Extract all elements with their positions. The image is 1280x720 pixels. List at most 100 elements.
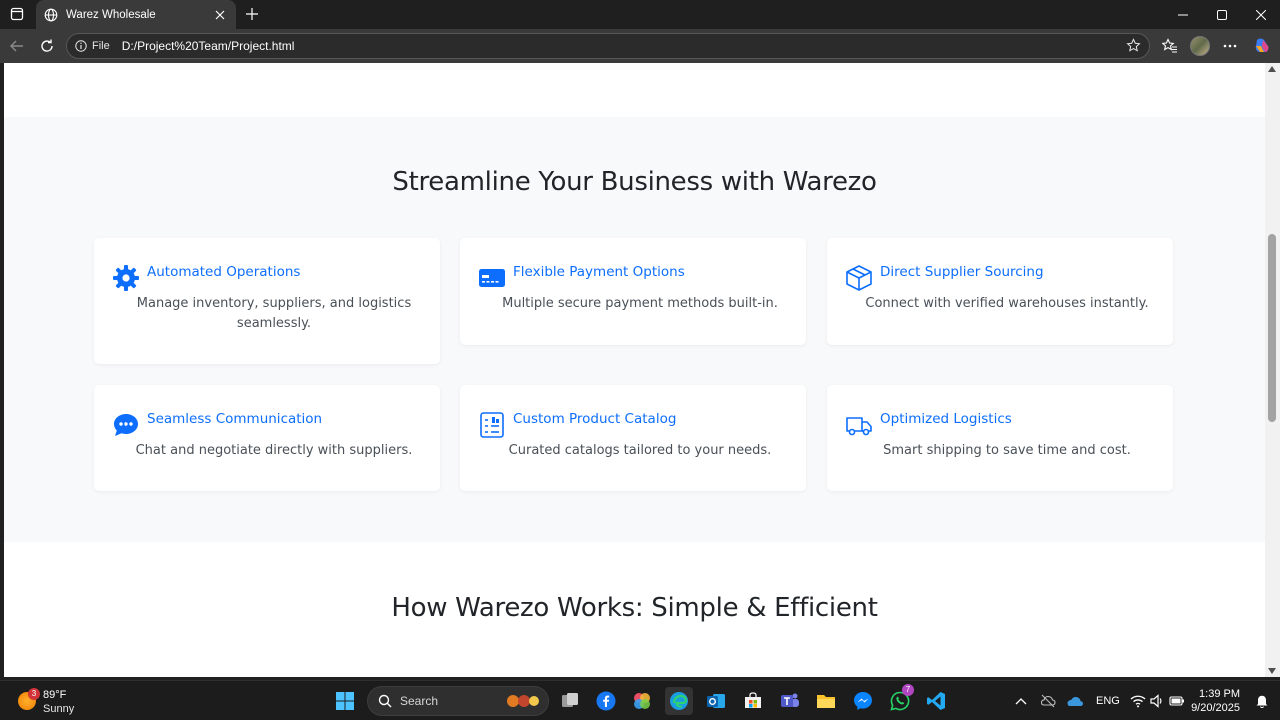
battery-icon [1169, 696, 1184, 706]
vscode-icon [927, 692, 945, 710]
feature-title: Flexible Payment Options [513, 264, 685, 280]
tab-actions-button[interactable] [6, 4, 28, 24]
teams-button[interactable] [776, 687, 804, 715]
arrow-left-icon [10, 40, 23, 52]
whatsapp-button[interactable]: 7 [886, 684, 914, 715]
photos-button[interactable] [628, 687, 656, 715]
clock-time: 1:39 PM [1199, 688, 1240, 700]
close-icon [1256, 9, 1266, 20]
favorite-button[interactable] [1126, 38, 1141, 58]
plus-icon [246, 8, 258, 20]
tab-title: Warez Wholesale [66, 8, 156, 21]
feature-title: Seamless Communication [147, 411, 323, 427]
feature-description: Chat and negotiate directly with supplie… [135, 443, 413, 458]
scroll-up-icon[interactable] [1268, 66, 1276, 72]
store-icon [745, 692, 761, 708]
back-button[interactable] [6, 35, 28, 57]
search-placeholder: Search [400, 694, 439, 708]
page-viewport: Streamline Your Business with Warezo Aut… [4, 63, 1265, 677]
feature-description: Multiple secure payment methods built-in… [502, 296, 778, 311]
maximize-icon [1217, 9, 1227, 20]
language-indicator[interactable]: ENG [1096, 695, 1120, 707]
outlook-button[interactable] [702, 687, 730, 715]
copilot-icon [1255, 38, 1269, 52]
catalog-icon [480, 412, 504, 438]
feature-description: Manage inventory, suppliers, and logisti… [136, 296, 412, 331]
facebook-button[interactable] [592, 687, 620, 715]
folder-icon [817, 695, 835, 708]
task-view-button[interactable] [556, 687, 584, 715]
file-explorer-button[interactable] [812, 687, 840, 715]
star-icon [1126, 38, 1141, 52]
edge-button[interactable] [665, 687, 693, 715]
info-icon [75, 40, 87, 52]
taskbar-clock[interactable]: 1:39 PM 9/20/2025 [1190, 687, 1240, 715]
tab-close-button[interactable] [212, 7, 228, 23]
favorites-icon [1162, 38, 1177, 53]
tab-warez-wholesale[interactable]: Warez Wholesale [36, 0, 236, 29]
avatar [1190, 36, 1210, 56]
whatsapp-badge: 7 [902, 684, 914, 696]
weather-widget[interactable]: 3 89°F Sunny [16, 686, 126, 716]
feature-card-custom-catalog: Custom Product Catalog Curated catalogs … [460, 385, 806, 491]
globe-icon [44, 8, 58, 21]
feature-title: Direct Supplier Sourcing [880, 264, 1044, 280]
facebook-icon [596, 691, 616, 711]
tab-bar: Warez Wholesale [0, 0, 1280, 29]
speaker-icon [1150, 694, 1162, 708]
address-bar[interactable]: File D:/Project%20Team/Project.html [66, 33, 1150, 59]
task-view-icon [562, 693, 578, 707]
clock-date: 9/20/2025 [1191, 702, 1240, 714]
notification-bell-icon [1256, 695, 1268, 708]
close-window-button[interactable] [1242, 0, 1280, 29]
windows-icon [336, 692, 354, 710]
photos-icon [634, 693, 650, 709]
weather-temperature: 89°F [43, 689, 67, 701]
page-scrollbar[interactable] [1265, 63, 1280, 677]
features-section: Streamline Your Business with Warezo Aut… [4, 117, 1265, 542]
refresh-button[interactable] [36, 35, 58, 57]
url-text[interactable]: D:/Project%20Team/Project.html [122, 39, 295, 53]
feature-description: Connect with verified warehouses instant… [865, 296, 1149, 311]
scrollbar-thumb[interactable] [1268, 234, 1276, 422]
vscode-button[interactable] [922, 687, 950, 715]
tab-actions-icon [10, 7, 24, 21]
more-icon [1223, 44, 1237, 48]
profile-button[interactable] [1189, 35, 1211, 57]
show-hidden-icons-button[interactable] [1007, 687, 1035, 715]
network-status-button[interactable] [1034, 687, 1062, 715]
onedrive-button[interactable] [1061, 687, 1089, 715]
chevron-up-icon [1015, 698, 1027, 705]
messenger-icon [854, 692, 872, 710]
settings-more-button[interactable] [1219, 35, 1241, 57]
battery-button[interactable] [1163, 687, 1191, 715]
feature-card-flexible-payment: Flexible Payment Options Multiple secure… [460, 238, 806, 345]
search-highlight-icon [507, 695, 539, 707]
feature-card-direct-supplier: Direct Supplier Sourcing Connect with ve… [827, 238, 1173, 345]
close-icon [215, 10, 225, 19]
taskbar-search[interactable]: Search [367, 686, 549, 716]
gear-icon [113, 265, 139, 291]
favorites-button[interactable] [1159, 35, 1181, 57]
cloud-off-icon [1040, 694, 1056, 708]
feature-card-seamless-communication: Seamless Communication Chat and negotiat… [94, 385, 440, 491]
notifications-button[interactable] [1248, 687, 1276, 715]
scroll-down-icon[interactable] [1268, 668, 1276, 674]
store-button[interactable] [739, 687, 767, 715]
feature-title: Automated Operations [147, 264, 301, 280]
new-tab-button[interactable] [242, 4, 262, 24]
taskbar: 3 89°F Sunny Search 7 ENG 1:39 PM 9/20/2… [0, 680, 1280, 720]
copilot-button[interactable] [1251, 35, 1273, 57]
file-label: File [92, 40, 110, 52]
start-button[interactable] [331, 687, 359, 715]
messenger-button[interactable] [849, 687, 877, 715]
minimize-icon [1178, 14, 1188, 15]
chat-icon [114, 414, 138, 436]
minimize-button[interactable] [1164, 0, 1202, 29]
teams-icon [781, 693, 799, 707]
box-icon [846, 265, 872, 291]
onedrive-icon [1067, 697, 1083, 706]
credit-card-icon [479, 269, 505, 287]
maximize-button[interactable] [1203, 0, 1241, 29]
feature-description: Smart shipping to save time and cost. [883, 443, 1131, 458]
